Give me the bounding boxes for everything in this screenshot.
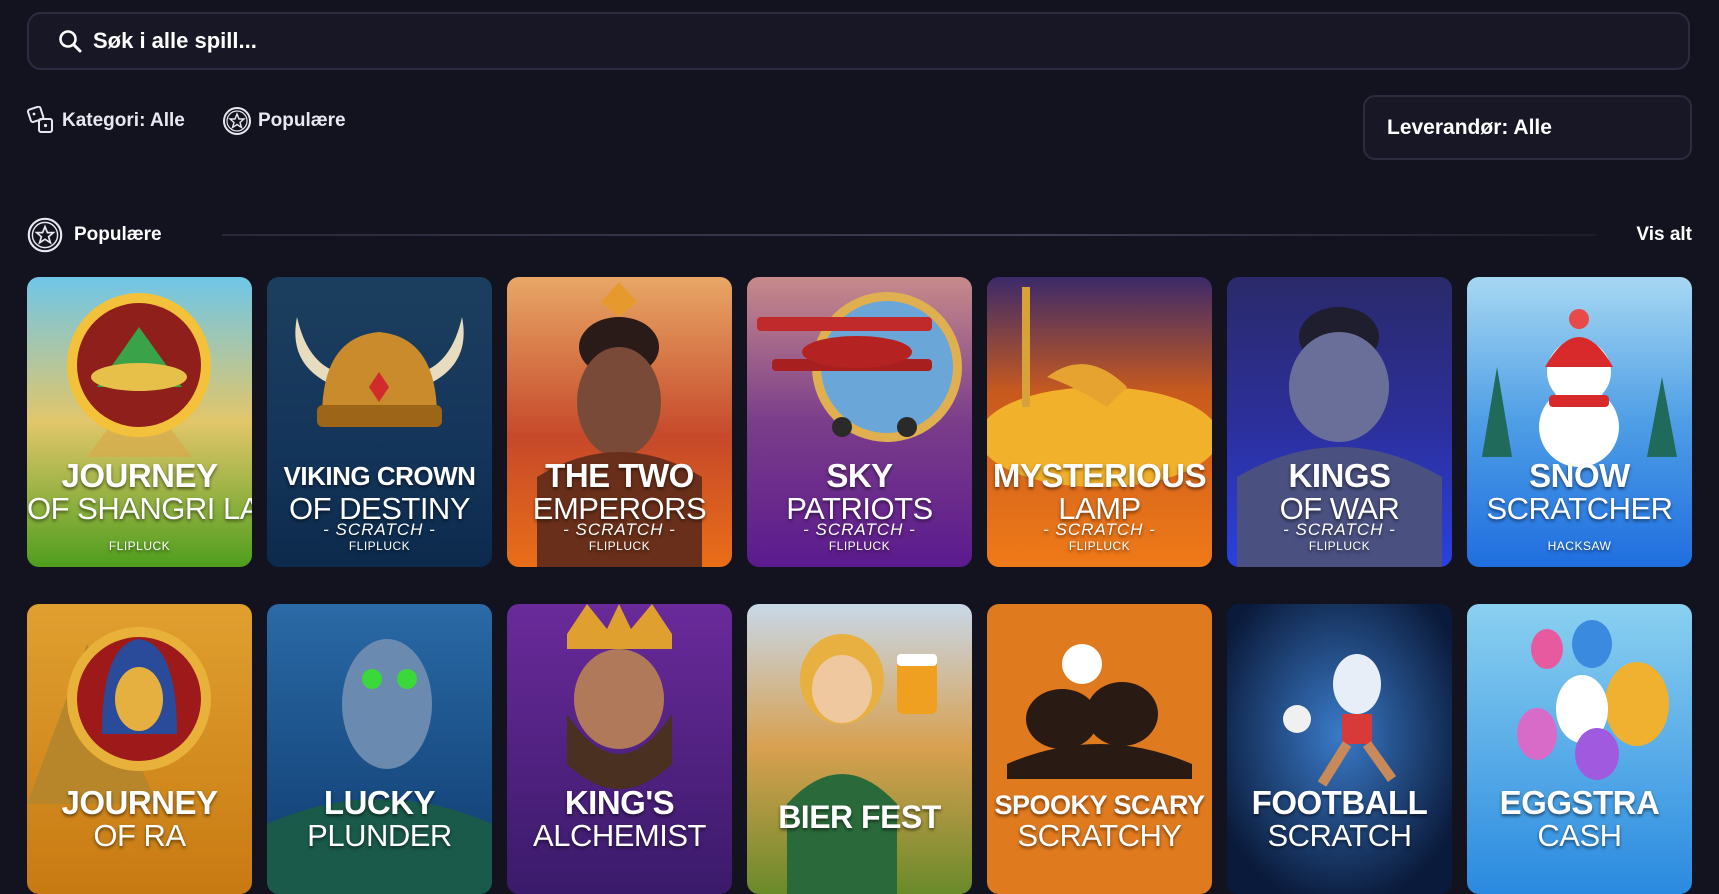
game-title: SKY <box>826 457 893 494</box>
game-title-sub: SCRATCHY <box>1017 818 1182 853</box>
game-card-snow-scratcher[interactable]: SNOW SCRATCHER HACKSAW <box>1467 277 1692 567</box>
game-title-sub: OF RA <box>93 818 186 853</box>
game-provider: FLIPLUCK <box>828 539 891 553</box>
game-card-the-two-emperors[interactable]: THE TWO EMPERORS - SCRATCH - FLIPLUCK <box>507 277 732 567</box>
game-title: MYSTERIOUS <box>992 457 1207 494</box>
game-provider: FLIPLUCK <box>348 539 411 553</box>
game-card-sky-patriots[interactable]: SKY PATRIOTS - SCRATCH - FLIPLUCK <box>747 277 972 567</box>
game-subtitle: - SCRATCH - <box>323 520 436 539</box>
game-card-spooky-scary-scratchy[interactable]: SPOOKY SCARY SCRATCHY <box>987 604 1212 894</box>
game-card-bier-fest[interactable]: BIER FEST <box>747 604 972 894</box>
game-title-sub: PLUNDER <box>307 818 452 853</box>
section-header: Populære Vis alt <box>27 216 1692 254</box>
popular-filter-label: Populære <box>258 110 346 131</box>
game-artwork <box>747 604 972 894</box>
section-divider <box>221 234 1597 236</box>
game-title: LUCKY <box>323 784 436 821</box>
search-input[interactable] <box>91 27 1595 55</box>
dice-icon <box>26 106 53 133</box>
search-icon <box>59 30 82 53</box>
game-title: KINGS <box>1288 457 1391 494</box>
popular-filter[interactable]: Populære <box>222 106 346 136</box>
category-filter-label: Kategori: Alle <box>62 110 185 131</box>
game-title: SNOW <box>1529 457 1630 494</box>
game-provider: HACKSAW <box>1547 539 1612 553</box>
game-card-eggstra-cash[interactable]: EGGSTRA CASH <box>1467 604 1692 894</box>
game-title: JOURNEY <box>61 784 218 821</box>
game-card-kings-alchemist[interactable]: KING'S ALCHEMIST <box>507 604 732 894</box>
game-title: FOOTBALL <box>1251 784 1428 821</box>
game-title-sub: SCRATCHER <box>1486 491 1673 526</box>
game-title: VIKING CROWN <box>283 461 476 491</box>
view-all-link[interactable]: Vis alt <box>1636 224 1692 246</box>
star-circle-icon <box>27 217 63 253</box>
game-card-viking-crown[interactable]: VIKING CROWN OF DESTINY - SCRATCH - FLIP… <box>267 277 492 567</box>
star-circle-icon <box>223 107 251 135</box>
game-card-mysterious-lamp[interactable]: MYSTERIOUS LAMP - SCRATCH - FLIPLUCK <box>987 277 1212 567</box>
game-card-football-scratch[interactable]: FOOTBALL SCRATCH <box>1227 604 1452 894</box>
search-bar[interactable] <box>27 12 1690 70</box>
game-subtitle: - SCRATCH - <box>1283 520 1396 539</box>
game-title: KING'S <box>564 784 675 821</box>
game-card-journey-of-ra[interactable]: JOURNEY OF RA <box>27 604 252 894</box>
game-subtitle: - SCRATCH - <box>563 520 676 539</box>
game-title-sub: OF SHANGRI LA <box>27 491 252 526</box>
game-card-lucky-plunder[interactable]: LUCKY PLUNDER <box>267 604 492 894</box>
game-subtitle: - SCRATCH - <box>803 520 916 539</box>
game-title: SPOOKY SCARY <box>994 790 1205 820</box>
game-title: JOURNEY <box>61 457 218 494</box>
section-title: Populære <box>74 224 162 245</box>
game-title-sub: ALCHEMIST <box>533 818 706 853</box>
game-title-sub: SCRATCH <box>1267 818 1412 853</box>
game-card-journey-of-shangri-la[interactable]: JOURNEY OF SHANGRI LA FLIPLUCK <box>27 277 252 567</box>
game-provider: FLIPLUCK <box>108 539 171 553</box>
game-title: BIER FEST <box>778 799 941 835</box>
game-title: EGGSTRA <box>1499 784 1660 821</box>
game-provider: FLIPLUCK <box>588 539 651 553</box>
game-title-sub: CASH <box>1537 818 1622 853</box>
game-subtitle: - SCRATCH - <box>1043 520 1156 539</box>
category-filter[interactable]: Kategori: Alle <box>26 106 185 136</box>
provider-select[interactable]: Leverandør: Alle <box>1363 95 1692 160</box>
game-provider: FLIPLUCK <box>1308 539 1371 553</box>
game-title: THE TWO <box>545 457 694 494</box>
provider-select-label: Leverandør: Alle <box>1387 115 1552 139</box>
game-provider: FLIPLUCK <box>1068 539 1131 553</box>
game-card-kings-of-war[interactable]: KINGS OF WAR - SCRATCH - FLIPLUCK <box>1227 277 1452 567</box>
